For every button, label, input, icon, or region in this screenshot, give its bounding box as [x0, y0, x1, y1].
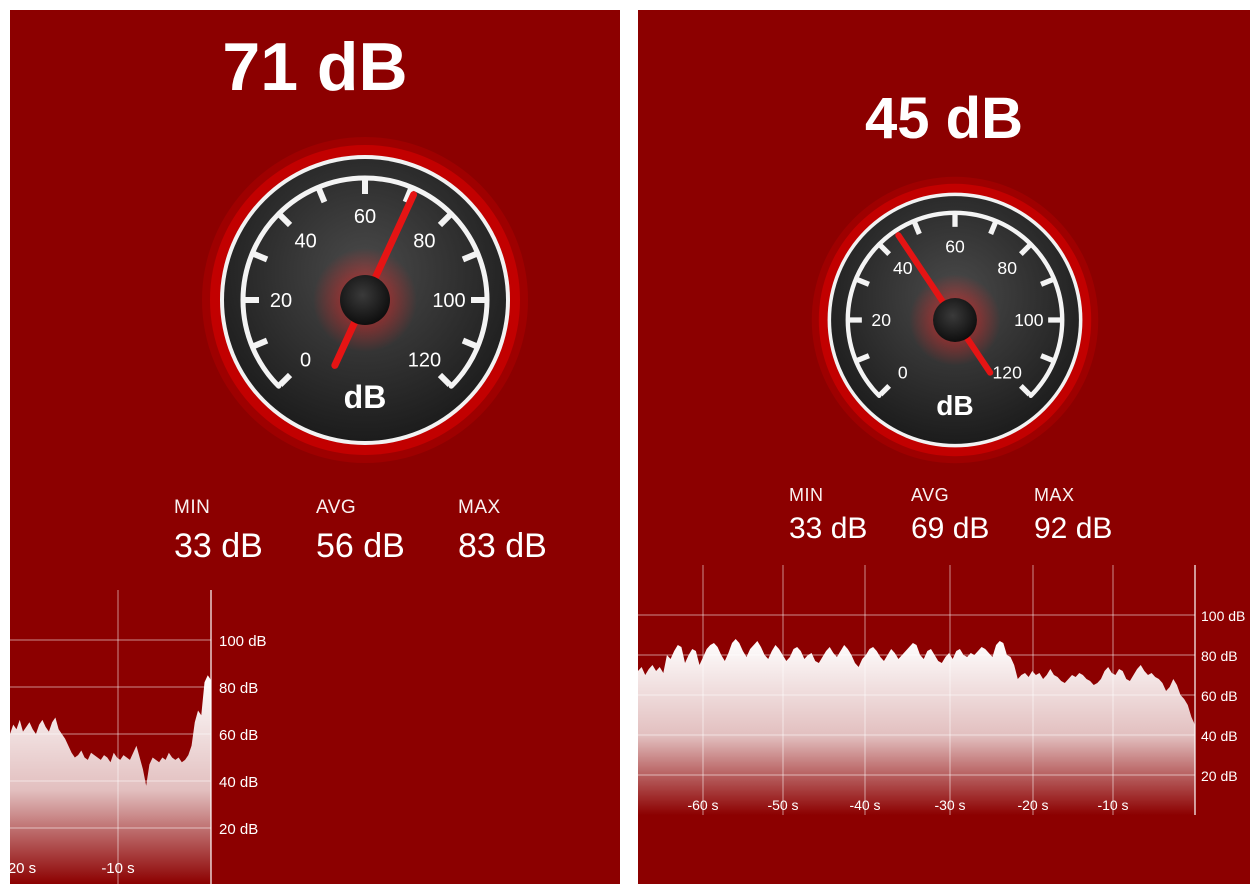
- min-label: MIN: [174, 497, 211, 518]
- gauge-scale-label: 60: [354, 206, 376, 228]
- max-label: MAX: [458, 497, 501, 518]
- db-gauge: 0 20 40 60 80 100 120 dB: [810, 175, 1100, 465]
- history-x-label: -60 s: [687, 797, 718, 813]
- history-y-label: 40 dB: [1201, 728, 1238, 744]
- db-gauge-dial: 0 20 40 60 80 100 120 dB: [202, 137, 528, 463]
- history-x-label: 20 s: [10, 860, 36, 877]
- gauge-scale-label: 80: [413, 231, 435, 253]
- level-history-plot: 100 dB 80 dB 60 dB 40 dB 20 dB 20 s -10 s: [10, 590, 267, 884]
- gauge-scale-label: 0: [300, 349, 311, 371]
- gauge-scale-label: 20: [871, 310, 891, 330]
- level-history-plot: 100 dB 80 dB 60 dB 40 dB 20 dB -60 s -50 s -40 …: [638, 565, 1245, 815]
- history-x-label: -40 s: [849, 797, 880, 813]
- history-y-label: 40 dB: [219, 774, 258, 791]
- history-y-label: 100 dB: [1201, 608, 1245, 624]
- max-stat: MAX 83 dB: [458, 497, 547, 566]
- gauge-scale-label: 60: [945, 236, 965, 256]
- history-x-label: -30 s: [934, 797, 965, 813]
- gauge-hub: [340, 275, 390, 325]
- history-y-label: 20 dB: [219, 821, 258, 838]
- current-level-readout: 71 dB: [222, 29, 408, 105]
- history-x-label: -20 s: [1017, 797, 1048, 813]
- history-y-label: 60 dB: [1201, 688, 1238, 704]
- avg-stat: AVG 69 dB: [911, 485, 989, 546]
- history-area: [638, 639, 1195, 815]
- min-value: 33 dB: [174, 527, 263, 565]
- max-label: MAX: [1034, 485, 1075, 505]
- history-x-label: -10 s: [1097, 797, 1128, 813]
- sound-meter-screen-1: 71 dB 0 20 40 60 80 100 120 dB MIN 33 dB AVG 56…: [10, 10, 620, 884]
- gauge-unit-label: dB: [936, 390, 973, 421]
- history-x-label: -10 s: [101, 860, 134, 877]
- gauge-scale-label: 100: [432, 290, 465, 312]
- db-gauge-dial: 0 20 40 60 80 100 120 dB: [811, 176, 1099, 464]
- avg-label: AVG: [911, 485, 950, 505]
- level-history-graph: 100 dB 80 dB 60 dB 40 dB 20 dB -60 s -50 s -40 …: [638, 565, 1250, 815]
- gauge-hub: [933, 298, 977, 342]
- max-value: 92 dB: [1034, 512, 1113, 545]
- gauge-scale-label: 120: [993, 362, 1023, 382]
- history-area: [10, 675, 211, 884]
- min-stat: MIN 33 dB: [174, 497, 263, 566]
- gauge-scale-label: 80: [997, 258, 1017, 278]
- history-y-label: 80 dB: [219, 680, 258, 697]
- avg-value: 69 dB: [911, 512, 990, 545]
- max-value: 83 dB: [458, 527, 547, 565]
- history-y-label: 100 dB: [219, 633, 267, 650]
- level-history-graph: 100 dB 80 dB 60 dB 40 dB 20 dB 20 s -10 s: [10, 590, 290, 884]
- avg-value: 56 dB: [316, 527, 405, 565]
- history-y-label: 80 dB: [1201, 648, 1238, 664]
- gauge-unit-label: dB: [344, 379, 387, 415]
- gauge-scale-label: 100: [1014, 310, 1044, 330]
- history-y-label: 60 dB: [219, 727, 258, 744]
- avg-label: AVG: [316, 497, 357, 518]
- gauge-scale-label: 40: [893, 258, 913, 278]
- gauge-scale-label: 0: [898, 362, 908, 382]
- gauge-scale-label: 120: [408, 349, 441, 371]
- db-gauge: 0 20 40 60 80 100 120 dB: [200, 135, 530, 465]
- avg-stat: AVG 56 dB: [316, 497, 405, 566]
- history-x-label: -50 s: [767, 797, 798, 813]
- history-y-label: 20 dB: [1201, 768, 1238, 784]
- gauge-scale-label: 20: [270, 290, 292, 312]
- current-level-readout: 45 dB: [865, 86, 1023, 151]
- min-stat: MIN 33 dB: [789, 485, 867, 546]
- max-stat: MAX 92 dB: [1034, 485, 1112, 546]
- sound-meter-screen-2: 45 dB 0 20 40 60 80 100 120 dB MIN 33 dB AVG 69…: [638, 10, 1250, 884]
- min-value: 33 dB: [789, 512, 868, 545]
- min-label: MIN: [789, 485, 824, 505]
- gauge-scale-label: 40: [294, 231, 316, 253]
